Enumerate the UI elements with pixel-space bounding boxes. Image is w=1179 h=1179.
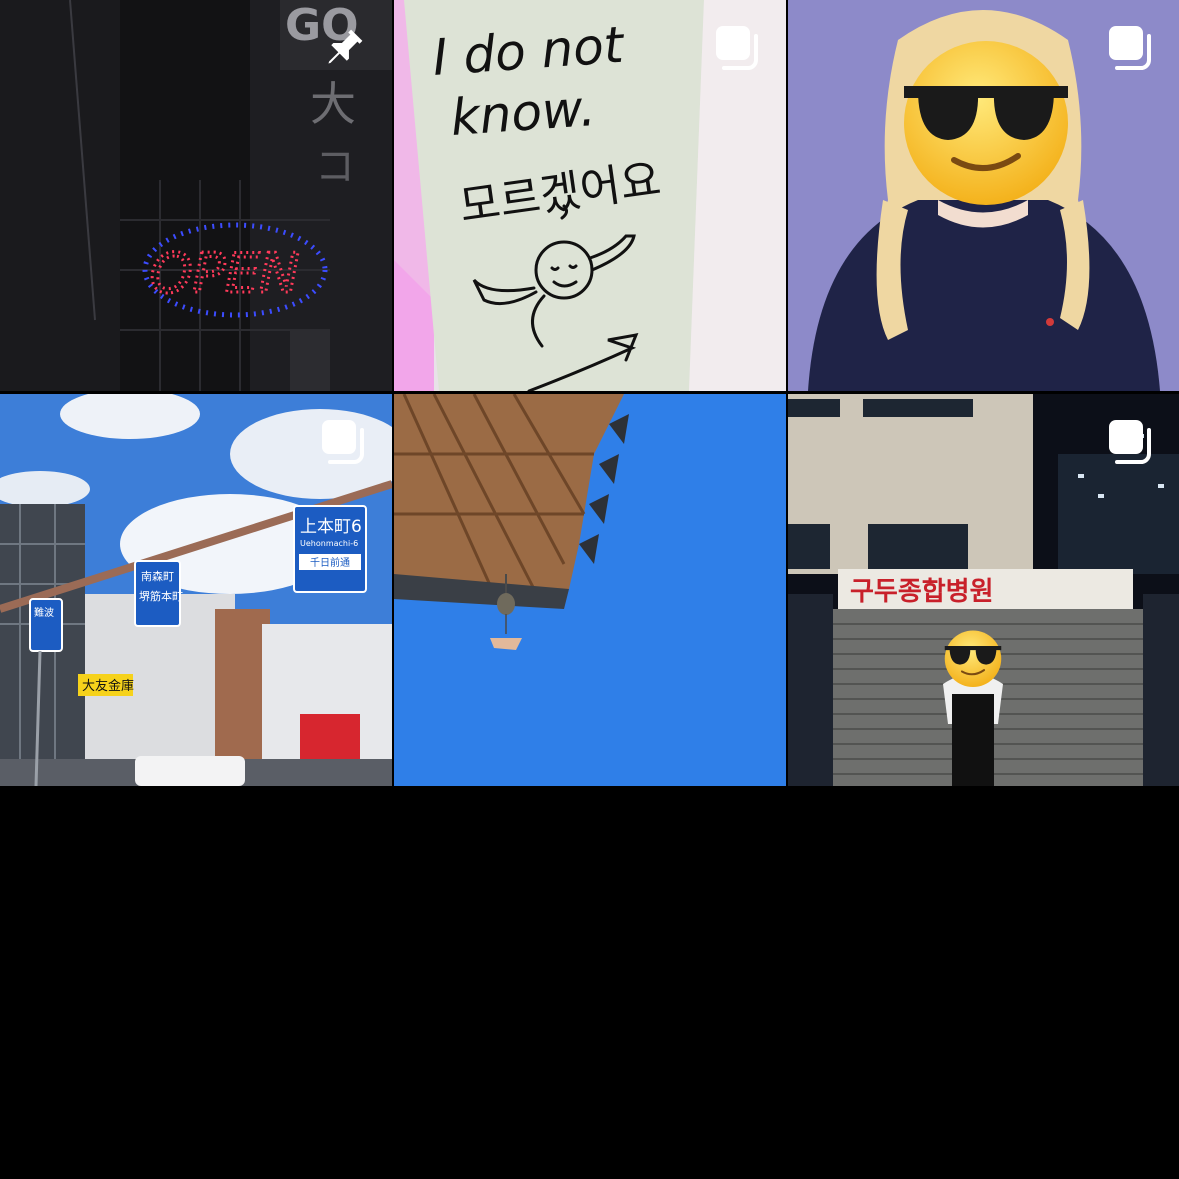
sunglasses-emoji bbox=[896, 28, 1076, 208]
post-photo bbox=[394, 394, 786, 786]
post-dont-know-sign[interactable]: I do not know. 모르겠어요 bbox=[394, 0, 786, 391]
post-roof-sky[interactable] bbox=[394, 394, 786, 786]
pin-icon bbox=[318, 22, 370, 74]
hospital-sign-text: 구두종합병원 bbox=[850, 577, 994, 607]
post-open-sign[interactable]: GO 大 コ OPEN bbox=[0, 0, 392, 391]
post-hospital-night[interactable]: 구두종합병원 bbox=[788, 394, 1179, 786]
multi-photo-icon bbox=[1105, 416, 1157, 468]
sunglasses-emoji bbox=[942, 626, 1004, 688]
multi-photo-icon bbox=[318, 416, 370, 468]
post-portrait-emoji[interactable] bbox=[788, 0, 1179, 391]
multi-photo-icon bbox=[1105, 22, 1157, 74]
profile-post-grid: GO 大 コ OPEN I do not know. 모르겠어요 大友金庫 上本… bbox=[0, 0, 1179, 786]
handwritten-line: know. bbox=[449, 79, 598, 147]
road-sign-text: 南森町 bbox=[141, 569, 174, 583]
road-sign-text: 上本町6 bbox=[300, 517, 362, 537]
road-sign-text: Uehonmachi-6 bbox=[300, 539, 358, 548]
road-sign-text: 難波 bbox=[34, 606, 54, 619]
open-sign-text: OPEN bbox=[150, 242, 300, 305]
shop-sign-text: 大友金庫 bbox=[82, 678, 134, 694]
background-sign-text: コ bbox=[315, 144, 355, 190]
multi-photo-icon bbox=[712, 22, 764, 74]
background-sign-text: 大 bbox=[310, 77, 356, 131]
empty-grid-area bbox=[0, 786, 1179, 1179]
road-sign-text: 千日前通 bbox=[310, 556, 350, 569]
post-street-signs[interactable]: 大友金庫 上本町6 Uehonmachi-6 千日前通 南森町 堺筋本町 難波 bbox=[0, 394, 392, 786]
road-sign-text: 堺筋本町 bbox=[139, 589, 183, 603]
